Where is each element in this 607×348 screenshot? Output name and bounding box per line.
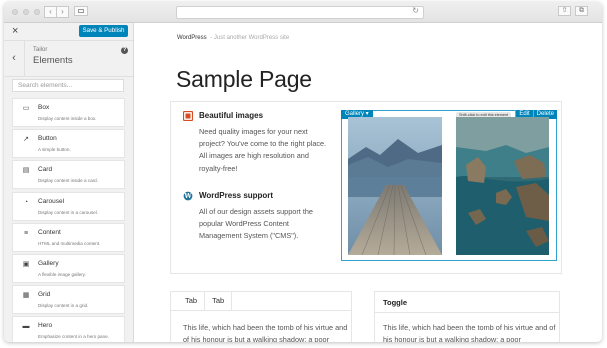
window-controls — [12, 9, 40, 15]
element-item-carousel[interactable]: ◔ Carousel Display content in a carousel… — [12, 191, 125, 221]
history-nav: ‹ › — [44, 6, 69, 18]
tab-content: This life, which had been the tomb of hi… — [183, 323, 348, 342]
back-nav-icon[interactable]: ‹ — [44, 6, 57, 18]
reload-icon[interactable]: ↻ — [412, 6, 419, 15]
maximize-window-button[interactable] — [34, 9, 40, 15]
element-item-content[interactable]: ≡ Content HTML and multimedia content. — [12, 222, 125, 252]
forward-nav-icon[interactable]: › — [57, 6, 69, 18]
close-window-button[interactable] — [12, 9, 18, 15]
toggle-title[interactable]: Toggle — [383, 298, 407, 307]
site-tagline: - Just another WordPress site — [210, 35, 290, 41]
gallery-image-dock[interactable] — [348, 117, 442, 255]
element-name: Grid — [38, 291, 51, 299]
feature-title: Beautiful images — [199, 111, 264, 120]
element-item-button[interactable]: ↗ Button A simple button. — [12, 129, 125, 159]
element-list: ▭ Box Display content inside a box. ↗ Bu… — [12, 98, 125, 342]
carousel-icon: ◔ — [23, 198, 29, 206]
tab-strip: Tab Tab — [178, 292, 233, 310]
save-publish-button[interactable]: Save & Publish — [79, 25, 128, 37]
browser-toolbar: ‹ › ↻ ⇧ ⧉ — [4, 2, 602, 23]
tabs-element[interactable]: Tab Tab This life, which had been the to… — [170, 291, 352, 342]
back-icon[interactable]: ‹ — [4, 41, 25, 76]
element-description: A simple button. — [38, 147, 71, 153]
element-item-gallery[interactable]: ▣ Gallery A flexible image gallery. — [12, 253, 125, 283]
element-name: Content — [38, 228, 61, 236]
element-description: Display content in a carousel. — [38, 209, 99, 215]
site-branding: WordPress - Just another WordPress site — [177, 35, 289, 41]
element-item-grid[interactable]: ▦ Grid Display content in a grid. — [12, 285, 125, 315]
feature-title: WordPress support — [199, 191, 274, 200]
page-preview: WordPress - Just another WordPress site … — [134, 23, 602, 342]
share-icon[interactable]: ⇧ — [558, 6, 571, 16]
panel-title: Elements — [33, 55, 73, 66]
help-icon[interactable]: ? — [121, 47, 128, 54]
element-name: Button — [38, 135, 57, 143]
element-item-hero[interactable]: ▬ Hero Emphasize content in a hero pane. — [12, 316, 125, 342]
close-icon[interactable]: × — [12, 25, 18, 37]
feature-text: All of our design assets support the pop… — [199, 207, 313, 241]
tab-divider — [171, 310, 351, 311]
wordpress-icon: W — [183, 191, 193, 201]
feature-text: Need quality images for your next projec… — [199, 127, 327, 173]
search-input[interactable]: Search elements... — [12, 79, 124, 92]
element-name: Box — [38, 104, 50, 111]
element-name: Carousel — [38, 197, 65, 205]
tabs-overview-icon[interactable]: ⧉ — [575, 6, 588, 16]
element-description: HTML and multimedia content. — [38, 240, 101, 246]
page-title: Sample Page — [176, 66, 312, 92]
element-name: Gallery — [38, 259, 59, 267]
element-name: Card — [38, 166, 53, 174]
card-icon: ▤ — [22, 167, 30, 175]
element-description: Display content in a grid. — [38, 303, 89, 309]
tailor-sidebar: × Save & Publish ‹ Tailor Elements ? Sea… — [4, 23, 134, 342]
element-item-card[interactable]: ▤ Card Display content inside a card. — [12, 160, 125, 190]
minimize-window-button[interactable] — [23, 9, 29, 15]
element-description: A flexible image gallery. — [38, 271, 86, 277]
sidebar-toggle-icon[interactable] — [74, 6, 88, 16]
element-item-box[interactable]: ▭ Box Display content inside a box. — [12, 98, 125, 127]
sidebar-actions: × Save & Publish — [4, 23, 133, 41]
toggle-content: This life, which had been the tomb of hi… — [383, 323, 556, 342]
toggle-element[interactable]: Toggle This life, which had been the tom… — [374, 291, 560, 342]
tab-1[interactable]: Tab — [178, 292, 206, 310]
element-description: Display content inside a card. — [38, 178, 99, 184]
gallery-element[interactable]: Gallery ▾ Shift-click to edit this eleme… — [341, 110, 557, 261]
grid-icon: ▦ — [22, 292, 30, 300]
link-out-icon: ↗ — [23, 136, 29, 144]
toggle-divider — [375, 312, 559, 313]
image-icon — [183, 111, 193, 121]
element-description: Display content inside a box. — [38, 116, 97, 121]
site-title[interactable]: WordPress — [177, 35, 207, 41]
tab-2[interactable]: Tab — [205, 292, 233, 310]
box-icon: ▭ — [22, 105, 30, 112]
gallery-icon: ▣ — [22, 260, 30, 268]
address-bar[interactable]: ↻ — [176, 6, 424, 19]
hero-icon: ▬ — [22, 323, 30, 331]
element-name: Hero — [38, 322, 53, 330]
breadcrumb: Tailor — [33, 47, 48, 53]
sidebar-header: ‹ Tailor Elements ? — [4, 41, 133, 77]
element-description: Emphasize content in a hero pane. — [38, 334, 109, 340]
gallery-image-coast[interactable] — [456, 117, 549, 255]
svg-text:W: W — [183, 192, 192, 200]
content-icon: ≡ — [23, 229, 29, 237]
browser-window: ‹ › ↻ ⇧ ⧉ × Save & Publish ‹ Tailor Elem… — [4, 2, 602, 342]
section-features[interactable]: Beautiful images Need quality images for… — [170, 101, 562, 274]
